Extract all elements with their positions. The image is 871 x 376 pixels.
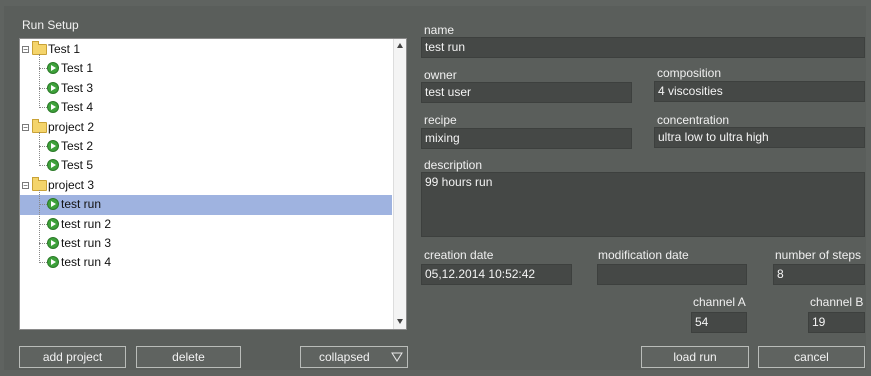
tree-item-label: Test 4 (61, 100, 94, 115)
recipe-field[interactable]: mixing (421, 128, 632, 149)
tree-scrollbar[interactable] (393, 39, 406, 329)
channel-a-label: channel A (693, 295, 746, 309)
name-label: name (424, 23, 455, 37)
channel-b-field[interactable]: 19 (808, 312, 865, 333)
tree-item-label: Test 3 (61, 80, 94, 95)
play-run-icon (47, 139, 59, 152)
tree-connector (39, 68, 47, 70)
run-tree[interactable]: − Test 1 Test 1 Test 3 Test 4 − project 2 Test … (19, 38, 407, 330)
tree-item-label: Test 1 (48, 42, 81, 56)
creation-date-field[interactable]: 05,12.2014 10:52:42 (421, 264, 572, 285)
play-run-icon (47, 81, 59, 94)
scroll-down-arrow-icon[interactable] (397, 319, 403, 324)
tree-connector (39, 242, 47, 244)
panel-title: Run Setup (22, 18, 79, 32)
add-project-button[interactable]: add project (19, 346, 126, 368)
tree-connector (39, 165, 47, 167)
play-run-icon (47, 217, 59, 230)
play-run-icon (47, 62, 59, 75)
chevron-down-icon (391, 352, 403, 362)
delete-button[interactable]: delete (136, 346, 241, 368)
modification-date-label: modification date (598, 248, 689, 262)
number-of-steps-field[interactable]: 8 (773, 264, 865, 285)
tree-item-label: test run 2 (61, 216, 112, 231)
tree-project-item[interactable]: − project 2 (20, 118, 392, 137)
tree-run-item[interactable]: test run (20, 195, 392, 215)
concentration-field[interactable]: ultra low to ultra high (654, 127, 865, 148)
description-label: description (424, 158, 483, 172)
tree-item-label: Test 1 (61, 61, 94, 76)
composition-field[interactable]: 4 viscosities (654, 81, 865, 102)
tree-run-item[interactable]: test run 2 (20, 215, 392, 234)
tree-connector (39, 204, 47, 206)
collapse-toggle-icon[interactable]: − (22, 181, 29, 189)
tree-rows: − Test 1 Test 1 Test 3 Test 4 − project 2 Test … (20, 40, 392, 273)
tree-run-item[interactable]: Test 5 (20, 156, 392, 175)
play-run-icon (47, 198, 59, 211)
modification-date-field[interactable] (597, 264, 747, 285)
number-of-steps-label: number of steps (775, 248, 862, 262)
play-run-icon (47, 101, 59, 114)
tree-item-label: test run (61, 197, 102, 212)
tree-connector (39, 54, 40, 109)
tree-run-item[interactable]: Test 3 (20, 79, 392, 98)
tree-run-item[interactable]: Test 4 (20, 98, 392, 117)
concentration-label: concentration (657, 113, 730, 127)
tree-connector (39, 262, 47, 264)
description-field[interactable]: 99 hours run (421, 172, 865, 237)
tree-run-item[interactable]: Test 1 (20, 59, 392, 78)
tree-connector (39, 87, 47, 89)
collapsed-dropdown[interactable]: collapsed (300, 346, 408, 368)
collapsed-dropdown-label: collapsed (319, 350, 370, 364)
collapse-toggle-icon[interactable]: − (22, 123, 29, 131)
tree-item-label: Test 2 (61, 138, 94, 153)
tree-project-item[interactable]: − project 3 (20, 176, 392, 195)
scroll-up-arrow-icon[interactable] (397, 43, 403, 48)
tree-connector (39, 107, 47, 109)
name-field[interactable]: test run (421, 37, 865, 58)
tree-connector (39, 131, 40, 167)
collapse-toggle-icon[interactable]: − (22, 46, 29, 54)
channel-b-label: channel B (810, 295, 864, 309)
tree-item-label: project 3 (48, 177, 95, 192)
owner-field[interactable]: test user (421, 82, 632, 103)
load-run-button[interactable]: load run (641, 346, 749, 368)
tree-connector (39, 189, 40, 264)
tree-project-item[interactable]: − Test 1 (20, 40, 392, 59)
cancel-button[interactable]: cancel (758, 346, 865, 368)
composition-label: composition (657, 66, 722, 80)
creation-date-label: creation date (424, 248, 494, 262)
tree-item-label: Test 5 (61, 158, 94, 173)
play-run-icon (47, 236, 59, 249)
channel-a-field[interactable]: 54 (691, 312, 747, 333)
tree-connector (39, 145, 47, 147)
tree-item-label: test run 4 (61, 255, 112, 270)
tree-item-label: project 2 (48, 119, 95, 134)
play-run-icon (47, 159, 59, 172)
recipe-label: recipe (424, 113, 457, 127)
tree-run-item[interactable]: test run 3 (20, 234, 392, 253)
tree-item-label: test run 3 (61, 235, 112, 250)
play-run-icon (47, 256, 59, 269)
owner-label: owner (424, 68, 457, 82)
tree-run-item[interactable]: test run 4 (20, 253, 392, 272)
tree-run-item[interactable]: Test 2 (20, 137, 392, 156)
tree-connector (39, 223, 47, 225)
